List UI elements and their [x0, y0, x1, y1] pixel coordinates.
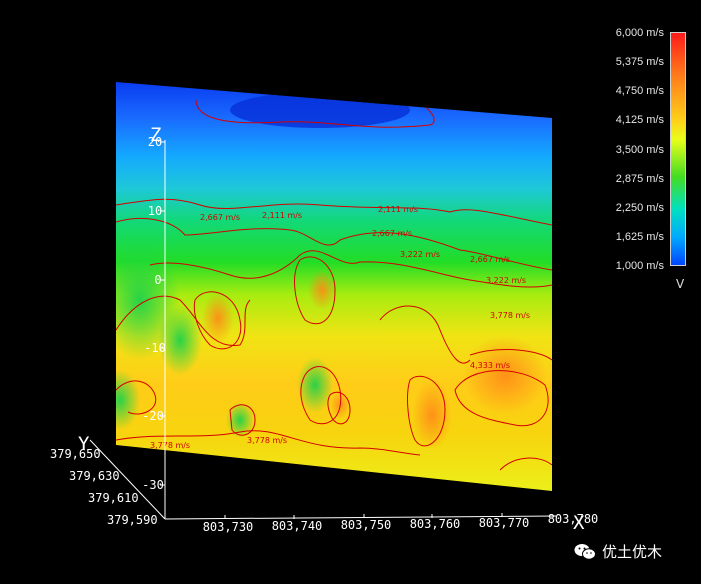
colorbar	[670, 32, 686, 266]
watermark: 优土优木	[574, 541, 662, 562]
z-tick-label: 0	[154, 273, 161, 287]
x-tick-label: 803,740	[272, 519, 323, 533]
x-tick-label: 803,780	[548, 512, 599, 526]
z-tick-label: -30	[142, 478, 164, 492]
contour-label: 4,333 m/s	[470, 361, 510, 370]
y-tick-label: 379,610	[88, 491, 139, 505]
x-tick-label: 803,730	[203, 520, 254, 534]
colorbar-tick: 3,500 m/s	[615, 144, 664, 156]
colorbar-tick: 5,375 m/s	[615, 56, 664, 68]
contour-label: 2,111 m/s	[262, 211, 302, 220]
contour-label: 3,222 m/s	[486, 276, 526, 285]
z-tick-label: -10	[144, 341, 166, 355]
colorbar-tick: 1,000 m/s	[615, 260, 664, 272]
contour-label: 3,778 m/s	[490, 311, 530, 320]
wechat-icon	[574, 543, 596, 560]
contour-label: 3,778 m/s	[150, 441, 190, 450]
contour-label: 2,667 m/s	[200, 213, 240, 222]
z-tick-label: 10	[148, 204, 162, 218]
colorbar-tick: 2,875 m/s	[615, 173, 664, 185]
watermark-text: 优土优木	[602, 543, 663, 561]
contour-label: 2,667 m/s	[470, 255, 510, 264]
x-tick-label: 803,770	[479, 516, 530, 530]
colorbar-tick: 4,750 m/s	[615, 85, 664, 97]
z-tick-label: -20	[142, 409, 164, 423]
y-tick-label: 379,590	[107, 513, 158, 527]
contour-label: 3,778 m/s	[247, 436, 287, 445]
colorbar-tick: 2,250 m/s	[615, 202, 664, 214]
y-tick-label: 379,650	[50, 447, 101, 461]
velocity-section-plot: 2,111 m/s 2,111 m/s 2,667 m/s 2,667 m/s …	[50, 82, 599, 534]
x-tick-label: 803,750	[341, 518, 392, 532]
colorbar-variable-label: V	[676, 277, 685, 291]
y-tick-label: 379,630	[69, 469, 120, 483]
colorbar-tick: 6,000 m/s	[615, 27, 664, 39]
contour-label: 2,667 m/s	[372, 229, 412, 238]
colorbar-tick: 4,125 m/s	[615, 114, 664, 126]
x-tick-label: 803,760	[410, 517, 461, 531]
z-tick-label: 20	[148, 135, 162, 149]
colorbar-tick: 1,625 m/s	[615, 231, 664, 243]
contour-label: 3,222 m/s	[400, 250, 440, 259]
x-tick-labels: 803,730 803,740 803,750 803,760 803,770 …	[203, 512, 599, 534]
contour-label: 2,111 m/s	[378, 205, 418, 214]
